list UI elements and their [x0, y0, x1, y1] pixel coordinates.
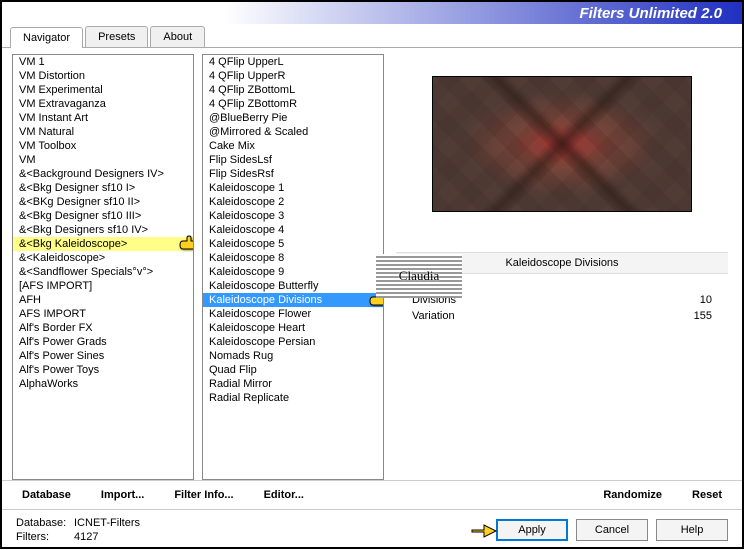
database-button[interactable]: Database — [22, 489, 71, 501]
list-item[interactable]: &<Bkg Designer sf10 III> — [13, 209, 193, 223]
list-item[interactable]: Kaleidoscope Butterfly — [203, 279, 383, 293]
database-label: Database: — [16, 516, 74, 530]
list-item[interactable]: Alf's Power Toys — [13, 363, 193, 377]
list-item[interactable]: &<Sandflower Specials°v°> — [13, 265, 193, 279]
pointer-icon — [470, 519, 498, 541]
list-item[interactable]: Kaleidoscope 5 — [203, 237, 383, 251]
list-item[interactable]: VM Distortion — [13, 69, 193, 83]
list-item[interactable]: VM Extravaganza — [13, 97, 193, 111]
list-item[interactable]: Kaleidoscope 4 — [203, 223, 383, 237]
database-value: ICNET-Filters — [74, 517, 140, 529]
window-title: Filters Unlimited 2.0 — [579, 5, 722, 22]
list-item[interactable]: 4 QFlip ZBottomR — [203, 97, 383, 111]
list-item[interactable]: Kaleidoscope Heart — [203, 321, 383, 335]
list-item[interactable]: Kaleidoscope 9 — [203, 265, 383, 279]
list-item[interactable]: Kaleidoscope Persian — [203, 335, 383, 349]
param-value: 10 — [700, 294, 712, 306]
import-button[interactable]: Import... — [101, 489, 144, 501]
watermark-text: Claudia — [399, 268, 439, 284]
list-item[interactable]: Alf's Power Sines — [13, 349, 193, 363]
list-item[interactable]: VM 1 — [13, 55, 193, 69]
param-label: Variation — [412, 310, 455, 322]
list-item[interactable]: Cake Mix — [203, 139, 383, 153]
list-item[interactable]: Quad Flip — [203, 363, 383, 377]
param-value: 155 — [694, 310, 712, 322]
reset-button[interactable]: Reset — [692, 489, 722, 501]
list-item[interactable]: VM Natural — [13, 125, 193, 139]
tab-presets[interactable]: Presets — [85, 26, 148, 47]
list-item[interactable]: [AFS IMPORT] — [13, 279, 193, 293]
list-item[interactable]: VM Experimental — [13, 83, 193, 97]
list-item[interactable]: AFS IMPORT — [13, 307, 193, 321]
randomize-button[interactable]: Randomize — [603, 489, 662, 501]
help-button[interactable]: Help — [656, 519, 728, 541]
tab-about[interactable]: About — [150, 26, 205, 47]
list-item[interactable]: 4 QFlip ZBottomL — [203, 83, 383, 97]
filter-info-button[interactable]: Filter Info... — [174, 489, 233, 501]
category-list[interactable]: VM 1VM DistortionVM ExperimentalVM Extra… — [12, 54, 194, 480]
tab-bar: Navigator Presets About — [2, 24, 742, 48]
status-info: Database:ICNET-Filters Filters:4127 — [16, 516, 140, 544]
apply-button[interactable]: Apply — [496, 519, 568, 541]
list-item[interactable]: &<Bkg Designers sf10 IV> — [13, 223, 193, 237]
editor-button[interactable]: Editor... — [264, 489, 304, 501]
list-item[interactable]: &<BKg Designer sf10 II> — [13, 195, 193, 209]
list-item[interactable]: Kaleidoscope 8 — [203, 251, 383, 265]
list-item[interactable]: &<Bkg Kaleidoscope> — [13, 237, 193, 251]
list-item[interactable]: Flip SidesRsf — [203, 167, 383, 181]
list-item[interactable]: VM Toolbox — [13, 139, 193, 153]
list-item[interactable]: 4 QFlip UpperR — [203, 69, 383, 83]
list-item[interactable]: Alf's Power Grads — [13, 335, 193, 349]
list-item[interactable]: Kaleidoscope 3 — [203, 209, 383, 223]
list-item[interactable]: Kaleidoscope Divisions — [203, 293, 383, 307]
list-item[interactable]: Nomads Rug — [203, 349, 383, 363]
list-item[interactable]: Radial Mirror — [203, 377, 383, 391]
list-item[interactable]: VM — [13, 153, 193, 167]
list-item[interactable]: VM Instant Art — [13, 111, 193, 125]
cancel-button[interactable]: Cancel — [576, 519, 648, 541]
watermark: Claudia — [376, 254, 462, 298]
list-item[interactable]: @BlueBerry Pie — [203, 111, 383, 125]
list-item[interactable]: Kaleidoscope 1 — [203, 181, 383, 195]
filters-count: 4127 — [74, 531, 98, 543]
list-item[interactable]: &<Bkg Designer sf10 I> — [13, 181, 193, 195]
filters-label: Filters: — [16, 530, 74, 544]
tab-navigator[interactable]: Navigator — [10, 27, 83, 48]
main-area: VM 1VM DistortionVM ExperimentalVM Extra… — [2, 48, 742, 480]
list-item[interactable]: @Mirrored & Scaled — [203, 125, 383, 139]
filter-list[interactable]: 4 QFlip UpperL4 QFlip UpperR4 QFlip ZBot… — [202, 54, 384, 480]
list-item[interactable]: AFH — [13, 293, 193, 307]
bottom-bar: Database:ICNET-Filters Filters:4127 Appl… — [2, 509, 742, 550]
list-item[interactable]: 4 QFlip UpperL — [203, 55, 383, 69]
list-item[interactable]: Alf's Border FX — [13, 321, 193, 335]
list-item[interactable]: &<Background Designers IV> — [13, 167, 193, 181]
window-title-bar: Filters Unlimited 2.0 — [2, 2, 742, 24]
mid-toolbar: Database Import... Filter Info... Editor… — [2, 480, 742, 509]
preview-image — [432, 76, 692, 212]
list-item[interactable]: Flip SidesLsf — [203, 153, 383, 167]
list-item[interactable]: &<Kaleidoscope> — [13, 251, 193, 265]
param-row: Variation 155 — [396, 308, 728, 324]
list-item[interactable]: Kaleidoscope 2 — [203, 195, 383, 209]
list-item[interactable]: Kaleidoscope Flower — [203, 307, 383, 321]
list-item[interactable]: Radial Replicate — [203, 391, 383, 405]
pointer-icon — [177, 235, 194, 255]
list-item[interactable]: AlphaWorks — [13, 377, 193, 391]
